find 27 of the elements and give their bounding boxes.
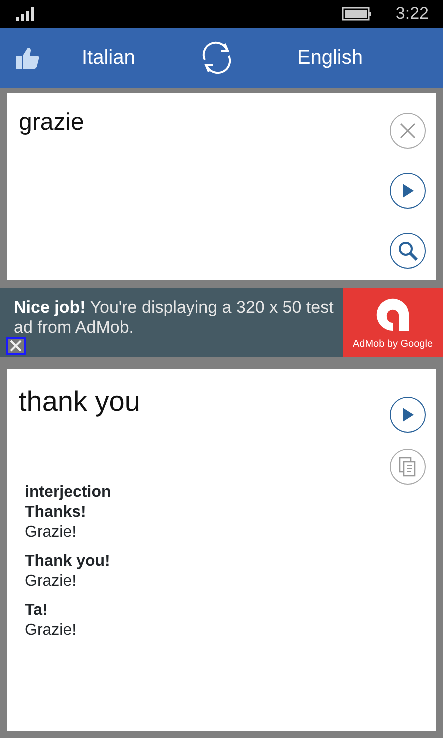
close-icon: [398, 121, 418, 141]
input-area[interactable]: grazie: [7, 93, 436, 280]
ad-text[interactable]: Nice job! You're displaying a 320 x 50 test ad from AdMob.: [0, 288, 343, 357]
play-icon: [401, 183, 415, 199]
target-language-button[interactable]: English: [297, 43, 363, 73]
translation-example: Grazie!: [25, 572, 78, 592]
term-text: Ta!: [25, 600, 49, 621]
play-icon: [401, 407, 415, 423]
part-of-speech: interjection: [25, 483, 112, 503]
search-button[interactable]: [390, 233, 426, 269]
play-button[interactable]: [390, 397, 426, 433]
play-button[interactable]: [390, 173, 426, 209]
term-text: Thanks!: [25, 503, 88, 523]
clock-time: 3:22: [396, 3, 429, 26]
translation-example: Grazie!: [25, 523, 78, 543]
clear-button[interactable]: [390, 113, 426, 149]
translation-text: thank you: [19, 385, 142, 419]
copy-button[interactable]: [390, 449, 426, 485]
battery-icon: [342, 7, 372, 21]
source-language-button[interactable]: Italian: [82, 43, 136, 73]
close-ad-button[interactable]: [6, 337, 26, 355]
search-icon: [397, 240, 419, 262]
admob-logo[interactable]: AdMob by Google: [343, 288, 443, 357]
term-text: Thank you!: [25, 552, 112, 572]
copy-icon: [398, 456, 418, 478]
translation-example: Grazie!: [25, 620, 78, 641]
thumbs-up-icon[interactable]: [14, 46, 40, 70]
